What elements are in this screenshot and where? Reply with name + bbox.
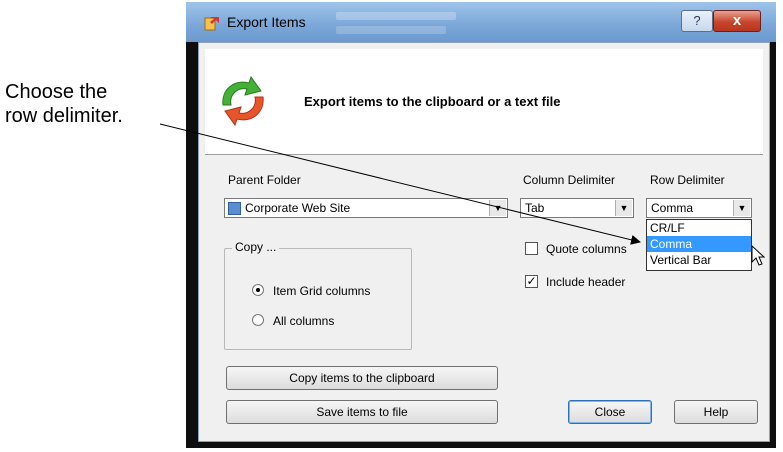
mouse-cursor-icon	[751, 245, 766, 266]
callout-arrow	[159, 123, 641, 245]
